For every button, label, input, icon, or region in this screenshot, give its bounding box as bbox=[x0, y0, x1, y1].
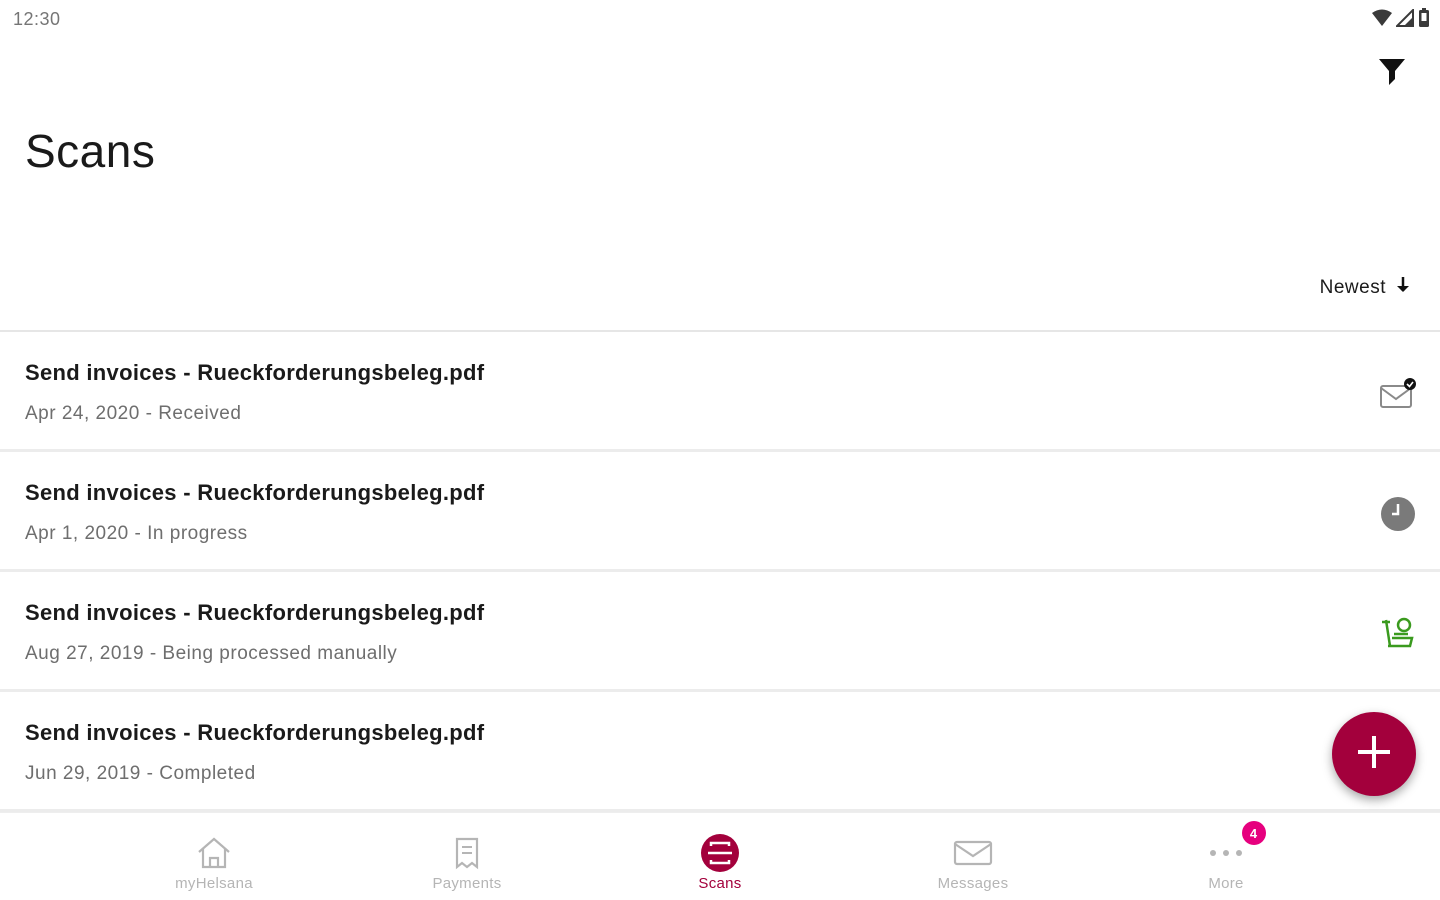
notification-badge: 4 bbox=[1241, 821, 1266, 845]
plus-icon bbox=[1355, 733, 1393, 776]
tab-more[interactable]: More 4 bbox=[1100, 813, 1353, 900]
bottom-navigation: myHelsana Payments Scans Messages More 4 bbox=[0, 812, 1440, 900]
sort-button[interactable]: Newest bbox=[1320, 276, 1410, 299]
tab-label: Scans bbox=[698, 875, 742, 892]
tab-scans[interactable]: Scans bbox=[594, 813, 847, 900]
add-scan-button[interactable] bbox=[1332, 712, 1416, 796]
tab-myhelsana[interactable]: myHelsana bbox=[88, 813, 341, 900]
filter-button[interactable] bbox=[1374, 56, 1410, 92]
more-dots-icon bbox=[1209, 833, 1243, 873]
scan-list-item[interactable]: Send invoices - Rueckforderungsbeleg.pdf… bbox=[0, 572, 1440, 692]
wifi-icon bbox=[1372, 9, 1392, 32]
scan-list-item[interactable]: Send invoices - Rueckforderungsbeleg.pdf… bbox=[0, 452, 1440, 572]
scan-title: Send invoices - Rueckforderungsbeleg.pdf bbox=[25, 360, 485, 385]
envelope-notification-icon bbox=[1378, 374, 1418, 414]
tab-label: More bbox=[1208, 875, 1244, 892]
scan-list-item[interactable]: Send invoices - Rueckforderungsbeleg.pdf… bbox=[0, 692, 1440, 812]
battery-icon bbox=[1418, 8, 1430, 33]
scan-subtitle: Jun 29, 2019 - Completed bbox=[25, 763, 256, 784]
status-bar: 12:30 bbox=[0, 0, 1440, 38]
filter-icon bbox=[1378, 57, 1406, 92]
cell-signal-icon bbox=[1394, 7, 1414, 32]
scan-title: Send invoices - Rueckforderungsbeleg.pdf bbox=[25, 720, 485, 745]
home-icon bbox=[196, 833, 232, 873]
system-icons bbox=[1372, 7, 1430, 33]
scan-title: Send invoices - Rueckforderungsbeleg.pdf bbox=[25, 600, 485, 625]
tab-label: myHelsana bbox=[175, 875, 253, 892]
arrow-down-icon bbox=[1396, 276, 1410, 299]
scan-subtitle: Apr 24, 2020 - Received bbox=[25, 403, 242, 424]
tab-payments[interactable]: Payments bbox=[341, 813, 594, 900]
scan-subtitle: Apr 1, 2020 - In progress bbox=[25, 523, 248, 544]
scan-subtitle: Aug 27, 2019 - Being processed manually bbox=[25, 643, 398, 664]
scan-list-item[interactable]: Send invoices - Rueckforderungsbeleg.pdf… bbox=[0, 332, 1440, 452]
tab-label: Payments bbox=[432, 875, 502, 892]
envelope-icon bbox=[953, 833, 993, 873]
status-time: 12:30 bbox=[13, 9, 61, 29]
tab-messages[interactable]: Messages bbox=[847, 813, 1100, 900]
scan-icon bbox=[700, 833, 740, 873]
receipt-icon bbox=[453, 833, 481, 873]
clock-icon bbox=[1378, 494, 1418, 534]
scan-title: Send invoices - Rueckforderungsbeleg.pdf bbox=[25, 480, 485, 505]
manual-processing-icon bbox=[1378, 614, 1418, 654]
page-title: Scans bbox=[25, 125, 156, 177]
scans-list: Send invoices - Rueckforderungsbeleg.pdf… bbox=[0, 330, 1440, 812]
sort-label: Newest bbox=[1319, 276, 1386, 298]
tab-label: Messages bbox=[937, 875, 1009, 892]
